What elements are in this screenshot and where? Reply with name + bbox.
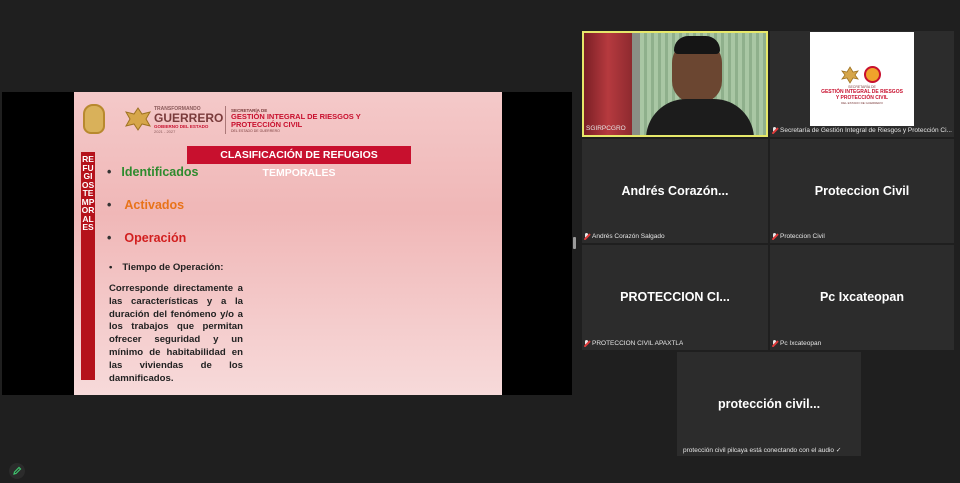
bullet-item-operacion: • Operación (107, 231, 186, 245)
participant-caption: PROTECCION CIVIL APAXTLA (584, 340, 683, 347)
mic-muted-icon (772, 127, 777, 133)
state-shield-logo (83, 104, 105, 134)
shared-screen[interactable]: TRANSFORMANDO GUERRERO GOBIERNO DEL ESTA… (2, 92, 572, 395)
participant-name: protección civil pilcaya está conectando… (683, 447, 842, 454)
video-background-curtain (584, 33, 632, 135)
mic-muted-icon (584, 233, 589, 239)
guerrero-emblem-icon (124, 106, 152, 132)
participant-tile-secretaria[interactable]: SECRETARÍA DE GESTIÓN INTEGRAL DE RIESGO… (770, 31, 954, 137)
speaker-hair (674, 36, 720, 54)
pencil-icon (13, 466, 22, 475)
sec-line-4: DEL ESTADO DE GUERRERO (231, 129, 280, 133)
sec-line-3: PROTECCIÓN CIVIL (231, 120, 303, 129)
mic-muted-icon (584, 340, 589, 346)
participant-name: Secretaría de Gestión Integral de Riesgo… (780, 127, 952, 134)
participant-tile-apaxtla[interactable]: PROTECCION CI... PROTECCION CIVIL APAXTL… (582, 245, 768, 350)
participant-caption: protección civil pilcaya está conectando… (683, 446, 841, 454)
participant-display-name: Andrés Corazón... (621, 184, 729, 198)
civil-protection-icon (864, 66, 881, 83)
participant-name: SGIRPCGRO (586, 125, 626, 132)
participant-caption: Andrés Corazón Salgado (584, 233, 665, 240)
sub-bullet-dot: • (109, 262, 113, 273)
vertical-label: REFUGIOS TEMPORALES (81, 152, 95, 380)
participant-caption: SGIRPCGRO (586, 125, 626, 132)
participant-tile-pilcaya[interactable]: protección civil... protección civil pil… (677, 352, 861, 456)
bullet-dot: • (107, 165, 112, 179)
participant-tile-proteccion-civil[interactable]: Proteccion Civil Proteccion Civil (770, 139, 954, 243)
mic-muted-icon (772, 340, 777, 346)
secretaria-logo-text: SECRETARÍA DE GESTIÓN INTEGRAL DE RIESGO… (231, 108, 361, 133)
participant-tile-andres[interactable]: Andrés Corazón... Andrés Corazón Salgado (582, 139, 768, 243)
sub-bullet-label: Tiempo de Operación: (122, 262, 224, 273)
participant-name: PROTECCION CIVIL APAXTLA (592, 340, 684, 347)
logo-caption-line-4: DEL ESTADO DE GUERRERO (841, 101, 883, 105)
presentation-slide: TRANSFORMANDO GUERRERO GOBIERNO DEL ESTA… (74, 92, 502, 395)
logo-line-2: GUERRERO (154, 111, 224, 125)
guerrero-emblem-icon (841, 66, 859, 84)
bullet-dot: • (107, 231, 112, 245)
bullet-item-activados: • Activados (107, 198, 184, 212)
bullet-label: Operación (124, 231, 187, 245)
participant-caption: Secretaría de Gestión Integral de Riesgo… (772, 127, 954, 134)
participant-display-name: protección civil... (717, 397, 821, 411)
annotate-button[interactable] (9, 463, 25, 479)
participant-tile-active-speaker[interactable]: SGIRPCGRO (582, 31, 768, 137)
secretaria-logo-image: SECRETARÍA DE GESTIÓN INTEGRAL DE RIESGO… (810, 32, 914, 126)
participant-name: Pc Ixcateopan (780, 340, 822, 347)
participant-display-name: Pc Ixcateopan (819, 290, 905, 304)
participant-name: Andrés Corazón Salgado (592, 233, 665, 240)
bullet-label: Activados (124, 198, 185, 212)
logo-caption: SECRETARÍA DE GESTIÓN INTEGRAL DE RIESGO… (814, 85, 910, 105)
bullet-dot: • (107, 198, 112, 212)
participant-name: Proteccion Civil (780, 233, 825, 240)
pane-resize-handle[interactable] (573, 237, 576, 249)
participant-caption: Proteccion Civil (772, 233, 825, 240)
bullet-label: Identificados (121, 165, 199, 179)
logo-divider (225, 106, 226, 134)
mic-muted-icon (772, 233, 777, 239)
participant-caption: Pc Ixcateopan (772, 340, 821, 347)
sub-bullet: • Tiempo de Operación: (109, 262, 223, 273)
slide-title: CLASIFICACIÓN DE REFUGIOS TEMPORALES (187, 146, 411, 179)
participant-tile-ixcateopan[interactable]: Pc Ixcateopan Pc Ixcateopan (770, 245, 954, 350)
bullet-item-identificados: • Identificados (107, 165, 198, 179)
slide-body-text: Corresponde directamente a las caracterí… (109, 283, 243, 384)
participant-display-name: Proteccion Civil (814, 184, 910, 198)
guerrero-logo-text: TRANSFORMANDO GUERRERO GOBIERNO DEL ESTA… (154, 106, 224, 134)
logo-line-4: 2021 - 2027 (154, 129, 176, 134)
participant-display-name: PROTECCION CI... (620, 290, 730, 304)
